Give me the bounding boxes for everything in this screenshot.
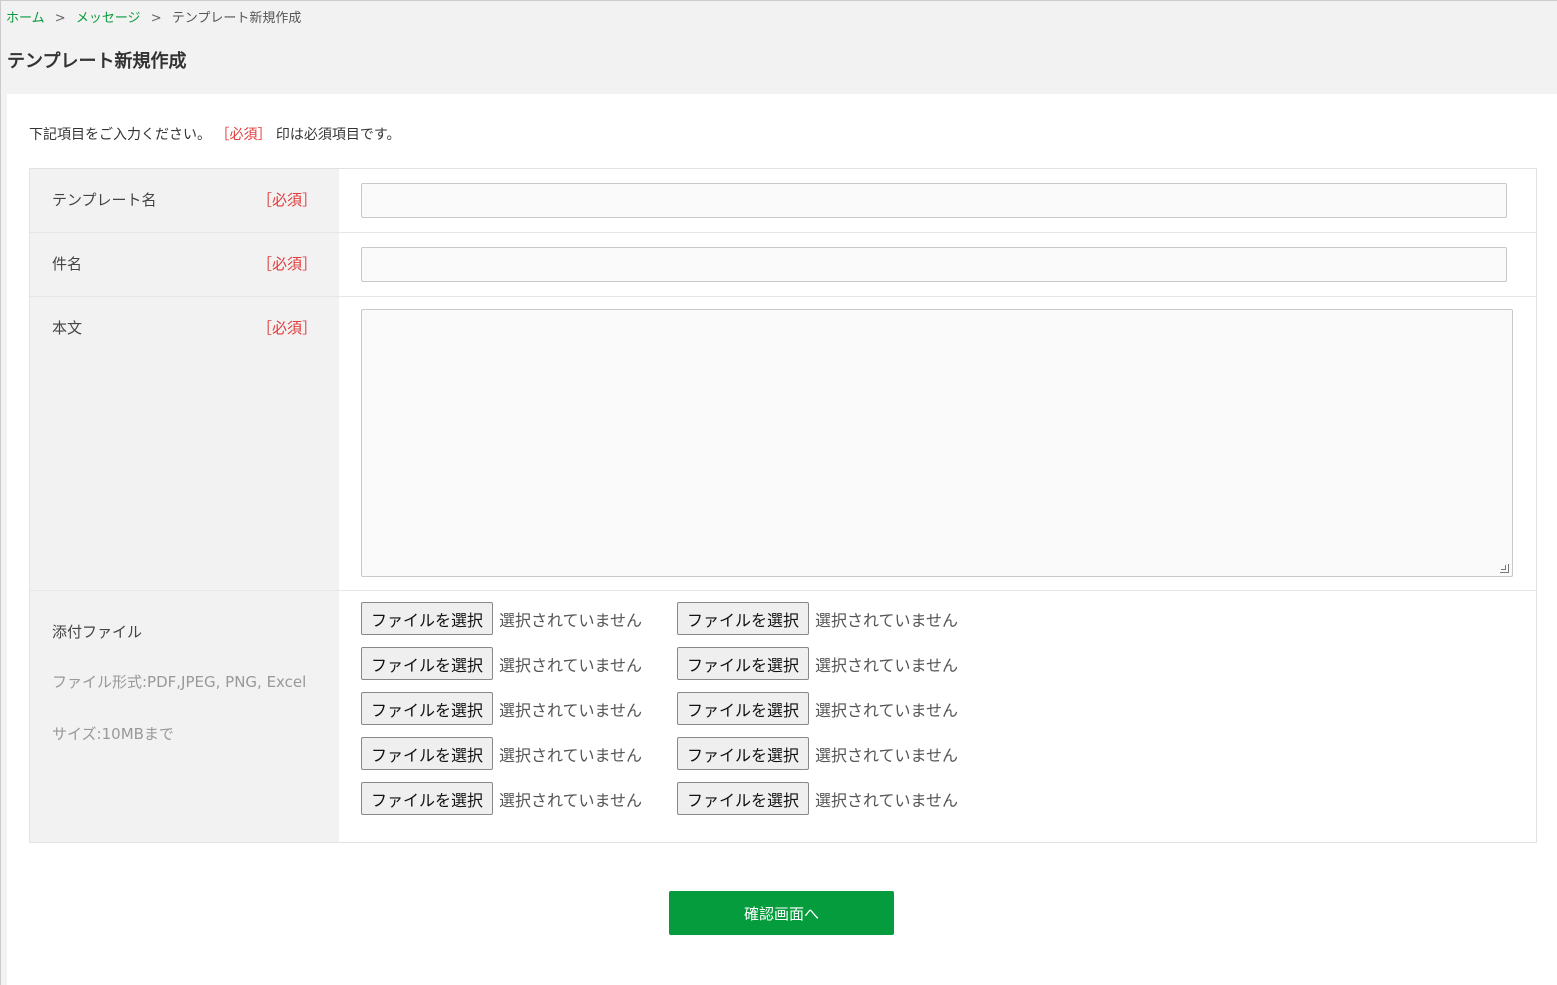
confirm-button[interactable]: 確認画面へ	[669, 891, 894, 935]
required-tag: ［必須］	[256, 319, 317, 337]
file-select-button[interactable]: ファイルを選択	[361, 782, 494, 815]
template-name-label: テンプレート名	[52, 191, 157, 209]
resize-grip-icon[interactable]	[1500, 564, 1509, 573]
field-cell	[339, 297, 1536, 590]
file-select-button[interactable]: ファイルを選択	[361, 692, 494, 725]
breadcrumb-messages-link[interactable]: メッセージ	[76, 11, 141, 26]
file-status: 選択されていません	[499, 745, 643, 765]
file-line: ファイルを選択 選択されていません ファイルを選択 選択されていません	[361, 782, 993, 827]
intro-after: 印は必須項目です。	[275, 127, 401, 143]
file-status: 選択されていません	[499, 655, 643, 675]
file-select-button[interactable]: ファイルを選択	[677, 782, 810, 815]
intro-before: 下記項目をご入力ください。	[29, 127, 211, 143]
file-select-button[interactable]: ファイルを選択	[677, 647, 810, 680]
required-tag: ［必須］	[256, 255, 317, 273]
file-input: ファイルを選択 選択されていません	[361, 602, 677, 635]
file-input: ファイルを選択 選択されていません	[677, 737, 993, 770]
intro-text: 下記項目をご入力ください。 ［必須］ 印は必須項目です。	[29, 124, 401, 144]
file-status: 選択されていません	[499, 610, 643, 630]
file-status: 選択されていません	[815, 610, 959, 630]
file-status: 選択されていません	[499, 700, 643, 720]
file-select-button[interactable]: ファイルを選択	[677, 692, 810, 725]
file-input: ファイルを選択 選択されていません	[361, 782, 677, 815]
required-tag: ［必須］	[256, 191, 317, 209]
file-select-button[interactable]: ファイルを選択	[677, 602, 810, 635]
file-select-button[interactable]: ファイルを選択	[361, 737, 494, 770]
file-line: ファイルを選択 選択されていません ファイルを選択 選択されていません	[361, 602, 993, 647]
row-subject: 件名 ［必須］	[30, 233, 1536, 297]
breadcrumb-current: テンプレート新規作成	[171, 11, 302, 26]
file-status: 選択されていません	[815, 790, 959, 810]
attachment-size: サイズ:10MBまで	[52, 725, 174, 743]
row-body: 本文 ［必須］	[30, 297, 1536, 591]
page: ホーム > メッセージ > テンプレート新規作成 テンプレート新規作成 下記項目…	[0, 0, 1557, 985]
file-input: ファイルを選択 選択されていません	[361, 737, 677, 770]
attachment-label: 添付ファイル	[52, 623, 143, 641]
file-input: ファイルを選択 選択されていません	[677, 602, 993, 635]
file-input: ファイルを選択 選択されていません	[361, 647, 677, 680]
field-cell: ファイルを選択 選択されていません ファイルを選択 選択されていません ファイル…	[339, 591, 1536, 842]
content-panel: 下記項目をご入力ください。 ［必須］ 印は必須項目です。 テンプレート名 ［必須…	[7, 94, 1557, 985]
file-select-button[interactable]: ファイルを選択	[361, 647, 494, 680]
file-status: 選択されていません	[815, 745, 959, 765]
field-cell	[339, 169, 1536, 232]
breadcrumb-separator: >	[54, 11, 66, 26]
page-title: テンプレート新規作成	[7, 51, 187, 72]
subject-input[interactable]	[361, 247, 1507, 282]
intro-required-mark: ［必須］	[215, 127, 272, 143]
file-status: 選択されていません	[815, 700, 959, 720]
row-attachment: 添付ファイル ファイル形式:PDF,JPEG, PNG, Excel サイズ:1…	[30, 591, 1536, 842]
label-cell: 件名 ［必須］	[30, 233, 339, 296]
breadcrumb-separator: >	[150, 11, 162, 26]
file-line: ファイルを選択 選択されていません ファイルを選択 選択されていません	[361, 737, 993, 782]
template-name-input[interactable]	[361, 183, 1507, 218]
breadcrumb: ホーム > メッセージ > テンプレート新規作成	[6, 7, 301, 26]
breadcrumb-home-link[interactable]: ホーム	[6, 11, 45, 26]
form-table: テンプレート名 ［必須］ 件名 ［必須］ 本文 ［必須］ 添付ファイル ファイル…	[29, 168, 1537, 843]
row-template-name: テンプレート名 ［必須］	[30, 169, 1536, 233]
file-line: ファイルを選択 選択されていません ファイルを選択 選択されていません	[361, 692, 993, 737]
body-label: 本文	[52, 319, 83, 337]
file-input: ファイルを選択 選択されていません	[677, 692, 993, 725]
label-cell: 本文 ［必須］	[30, 297, 339, 590]
file-select-button[interactable]: ファイルを選択	[677, 737, 810, 770]
file-input: ファイルを選択 選択されていません	[677, 647, 993, 680]
file-status: 選択されていません	[499, 790, 643, 810]
field-cell	[339, 233, 1536, 296]
subject-label: 件名	[52, 255, 83, 273]
attachment-formats: ファイル形式:PDF,JPEG, PNG, Excel	[52, 673, 307, 691]
label-cell: テンプレート名 ［必須］	[30, 169, 339, 232]
body-textarea[interactable]	[361, 309, 1513, 577]
file-input: ファイルを選択 選択されていません	[677, 782, 993, 815]
label-cell: 添付ファイル ファイル形式:PDF,JPEG, PNG, Excel サイズ:1…	[30, 591, 339, 842]
file-line: ファイルを選択 選択されていません ファイルを選択 選択されていません	[361, 647, 993, 692]
file-select-button[interactable]: ファイルを選択	[361, 602, 494, 635]
file-input: ファイルを選択 選択されていません	[361, 692, 677, 725]
file-status: 選択されていません	[815, 655, 959, 675]
file-inputs: ファイルを選択 選択されていません ファイルを選択 選択されていません ファイル…	[361, 602, 993, 827]
